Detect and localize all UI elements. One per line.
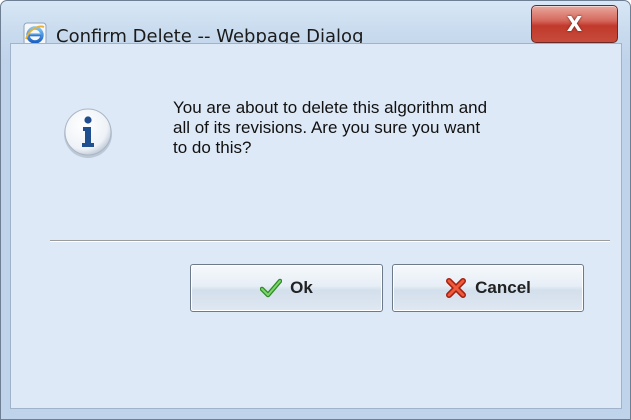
message-line: all of its revisions. Are you sure you w… [173,118,481,137]
info-icon [62,107,114,159]
cancel-button-label: Cancel [475,278,531,297]
separator [50,240,610,242]
checkmark-icon [259,278,283,298]
cancel-button[interactable]: Cancel [392,264,584,312]
message-line: to do this? [173,138,252,157]
message-line: You are about to delete this algorithm a… [173,98,488,117]
ok-button-label: Ok [290,278,313,297]
confirmation-message: You are about to delete this algorithm a… [173,98,618,158]
close-icon: X [566,12,583,36]
dialog-body: You are about to delete this algorithm a… [10,43,622,409]
ok-button[interactable]: Ok [190,264,383,312]
dialog-window: Confirm Delete -- Webpage Dialog X You a… [0,0,631,420]
close-button[interactable]: X [531,5,618,43]
red-x-icon [445,278,467,298]
title-bar[interactable]: Confirm Delete -- Webpage Dialog X [1,1,630,47]
